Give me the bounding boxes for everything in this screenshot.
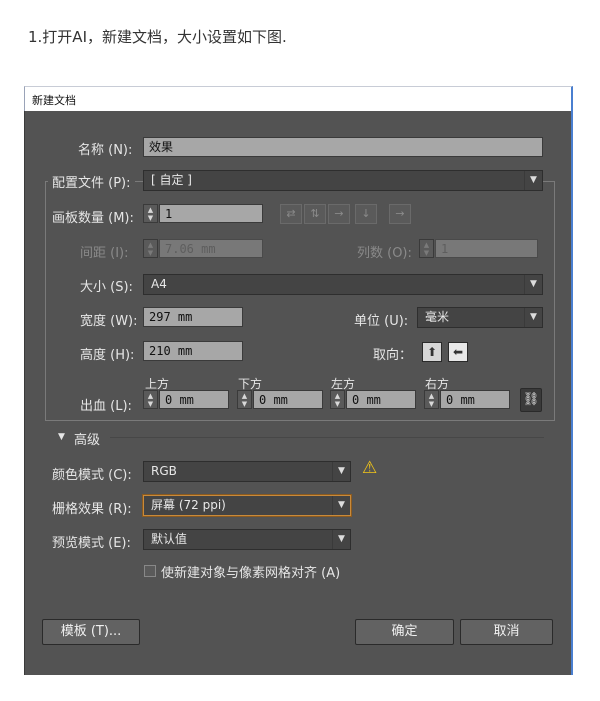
align-pixel-grid-label[interactable]: 使新建对象与像素网格对齐 (A) [161,562,340,581]
portrait-orientation-icon[interactable]: ⬆ [422,342,442,362]
link-bleed-icon[interactable]: ⛓ [520,388,542,412]
templates-button[interactable]: 模板 (T)... [42,619,140,645]
width-label: 宽度 (W): [80,314,138,329]
bleed-right-stepper-icon[interactable]: ▲ ▼ [424,390,439,409]
preview-mode-value: 默认值 [151,532,188,546]
chevron-down-icon: ▼ [332,530,350,549]
units-select[interactable]: 毫米 ▼ [417,307,543,328]
raster-effects-label: 栅格效果 (R): [52,502,132,517]
bleed-right-input[interactable]: 0 mm [440,390,510,409]
orientation-label: 取向： [373,348,413,363]
instruction-caption: 1.打开AI，新建文档，大小设置如下图. [28,28,287,46]
spacing-stepper-icon[interactable]: ▲ ▼ [143,239,158,258]
bleed-top-input[interactable]: 0 mm [159,390,229,409]
size-select[interactable]: A4 ▼ [143,274,543,295]
artboards-label: 画板数量 (M): [52,211,134,226]
size-label: 大小 (S): [80,280,133,295]
color-mode-select[interactable]: RGB ▼ [143,461,351,482]
warning-icon[interactable]: ⚠ [362,458,377,478]
profile-select[interactable]: [ 自定 ] ▼ [143,170,543,191]
units-value: 毫米 [425,310,450,324]
raster-effects-select[interactable]: 屏幕 (72 ppi) ▼ [143,495,351,516]
profile-label: 配置文件 (P): [48,172,135,191]
ok-button[interactable]: 确定 [355,619,454,645]
raster-effects-value: 屏幕 (72 ppi) [151,498,226,512]
window-title: 新建文档 [32,94,76,107]
grid-by-row-icon[interactable]: ⇄ [280,204,302,224]
bleed-top-stepper-icon[interactable]: ▲ ▼ [143,390,158,409]
chevron-down-icon: ▼ [332,496,350,515]
window-title-bar[interactable] [24,86,573,112]
color-mode-label: 颜色模式 (C): [52,468,132,483]
grid-by-column-icon[interactable]: ⇅ [304,204,326,224]
units-label: 单位 (U): [354,314,409,329]
advanced-label[interactable]: 高级 [74,429,100,448]
chevron-down-icon: ▼ [524,275,542,294]
artboards-input[interactable]: 1 [159,204,263,223]
preview-mode-select[interactable]: 默认值 ▼ [143,529,351,550]
size-value: A4 [151,277,167,291]
bleed-bottom-input[interactable]: 0 mm [253,390,323,409]
width-input[interactable]: 297 mm [143,307,243,327]
bleed-bottom-stepper-icon[interactable]: ▲ ▼ [237,390,252,409]
chevron-down-icon: ▼ [524,308,542,327]
chevron-down-icon: ▼ [332,462,350,481]
arrange-by-row-icon[interactable]: → [328,204,350,224]
landscape-orientation-icon[interactable]: ⬅ [448,342,468,362]
columns-input[interactable]: 1 [435,239,538,258]
columns-stepper-icon[interactable]: ▲ ▼ [419,239,434,258]
advanced-divider [110,437,544,438]
columns-label: 列数 (O): [357,246,412,261]
cancel-button[interactable]: 取消 [460,619,553,645]
bleed-label: 出血 (L): [80,399,132,414]
right-to-left-icon[interactable]: → [389,204,411,224]
chevron-down-icon: ▼ [524,171,542,190]
align-pixel-grid-checkbox[interactable] [144,565,156,577]
name-label: 名称 (N): [78,143,133,158]
bleed-left-input[interactable]: 0 mm [346,390,416,409]
arrange-by-column-icon[interactable]: ↓ [355,204,377,224]
bleed-left-stepper-icon[interactable]: ▲ ▼ [330,390,345,409]
artboards-stepper-icon[interactable]: ▲ ▼ [143,204,158,223]
spacing-label: 间距 (I): [80,246,129,261]
color-mode-value: RGB [151,464,177,478]
collapse-triangle-icon[interactable]: ▼ [58,432,65,442]
profile-value: [ 自定 ] [151,173,192,187]
height-input[interactable]: 210 mm [143,341,243,361]
preview-mode-label: 预览模式 (E): [52,536,131,551]
height-label: 高度 (H): [80,348,135,363]
spacing-input[interactable]: 7.06 mm [159,239,263,258]
name-input[interactable]: 效果 [143,137,543,157]
